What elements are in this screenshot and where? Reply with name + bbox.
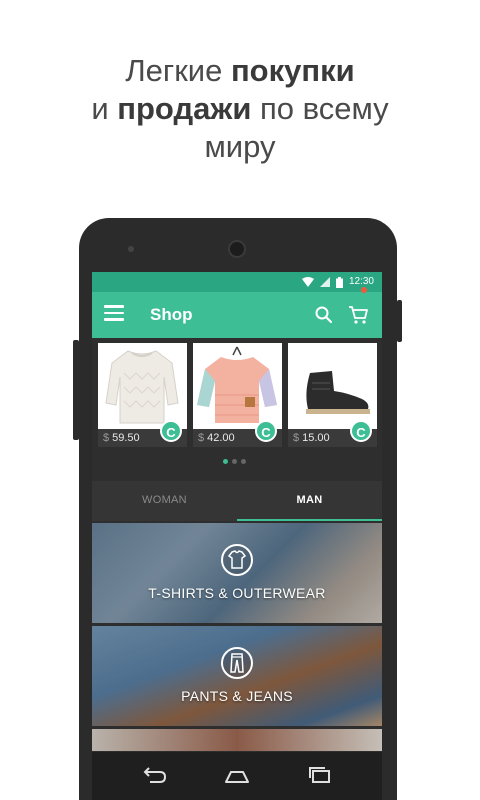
c-badge-icon[interactable]: C bbox=[350, 420, 372, 442]
product-card[interactable]: $59.50 C bbox=[98, 343, 187, 447]
promo-headline: Легкие покупки и продажи по всему миру bbox=[0, 52, 480, 166]
tab-woman[interactable]: WOMAN bbox=[92, 481, 237, 521]
category-banner-tshirts[interactable]: T-SHIRTS & OUTERWEAR bbox=[92, 523, 382, 623]
category-label: T-SHIRTS & OUTERWEAR bbox=[148, 585, 326, 601]
carousel-indicator[interactable] bbox=[223, 459, 246, 464]
back-icon[interactable] bbox=[140, 764, 168, 786]
product-image-sweater bbox=[98, 343, 187, 429]
status-bar: 12:30 bbox=[92, 272, 382, 292]
product-price: $42.00 bbox=[198, 432, 235, 444]
tab-man[interactable]: MAN bbox=[237, 481, 382, 521]
category-banner-pants[interactable]: PANTS & JEANS bbox=[92, 626, 382, 726]
product-carousel[interactable]: $59.50 C $42.00 C $ 15.00 C bbox=[98, 343, 377, 447]
cart-notification-badge bbox=[361, 287, 367, 293]
wifi-icon bbox=[301, 277, 314, 287]
product-price: $15.00 bbox=[293, 432, 330, 444]
c-badge-icon[interactable]: C bbox=[160, 420, 182, 442]
app-bar: Shop bbox=[92, 292, 382, 338]
c-badge-icon[interactable]: C bbox=[255, 420, 277, 442]
carousel-dot[interactable] bbox=[223, 459, 228, 464]
phone-screen: 12:30 Shop $59.50 C $ 42.00 C $ 15.00 C … bbox=[92, 272, 382, 800]
product-image-sweatshirt bbox=[193, 343, 282, 429]
menu-icon[interactable] bbox=[104, 305, 124, 323]
phone-power-button bbox=[397, 300, 402, 342]
category-label: PANTS & JEANS bbox=[181, 688, 293, 704]
tshirt-icon bbox=[221, 544, 253, 576]
headline-line-2: и продажи по всему bbox=[91, 91, 389, 126]
search-icon[interactable] bbox=[314, 305, 334, 325]
pants-icon bbox=[221, 647, 253, 679]
carousel-dot[interactable] bbox=[232, 459, 237, 464]
category-banner-partial[interactable] bbox=[92, 729, 382, 751]
android-nav-bar bbox=[92, 752, 382, 800]
carousel-dot[interactable] bbox=[241, 459, 246, 464]
cart-icon[interactable] bbox=[348, 305, 370, 325]
home-icon[interactable] bbox=[223, 764, 251, 786]
product-price: $59.50 bbox=[103, 432, 140, 444]
gender-tabs: WOMAN MAN bbox=[92, 481, 382, 521]
product-card[interactable]: $42.00 C bbox=[193, 343, 282, 447]
headline-line-1: Легкие покупки bbox=[125, 53, 355, 88]
phone-sensor bbox=[128, 246, 134, 252]
signal-icon bbox=[319, 277, 330, 287]
battery-icon bbox=[335, 276, 343, 288]
app-title: Shop bbox=[150, 305, 193, 324]
product-card[interactable]: $15.00 C bbox=[288, 343, 377, 447]
headline-line-3: миру bbox=[204, 129, 276, 164]
phone-camera bbox=[228, 240, 246, 258]
recent-apps-icon[interactable] bbox=[306, 764, 334, 786]
product-image-boot bbox=[288, 343, 377, 429]
